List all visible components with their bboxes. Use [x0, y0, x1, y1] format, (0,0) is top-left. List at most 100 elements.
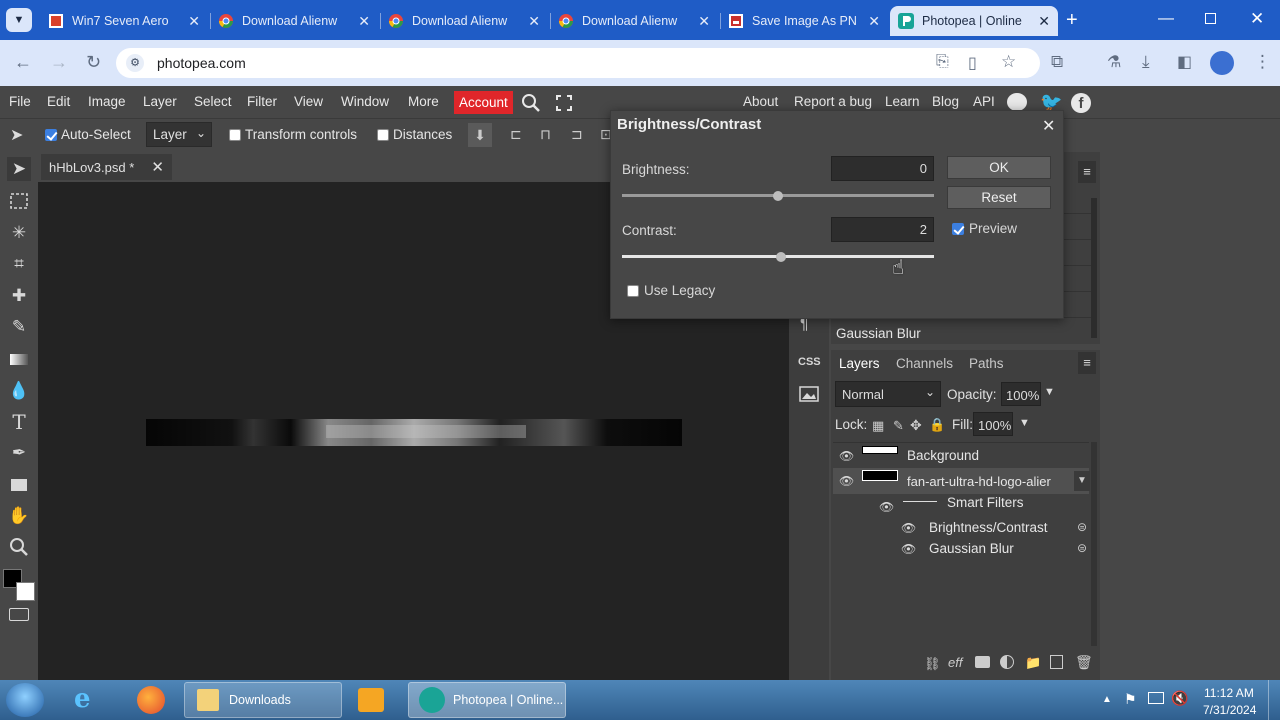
close-document-icon[interactable]: ✕ — [151, 158, 164, 176]
brightness-slider-handle[interactable] — [773, 191, 783, 201]
history-panel-menu-icon[interactable]: ≡ — [1078, 161, 1096, 183]
keyboard-icon[interactable] — [9, 608, 29, 621]
forward-icon[interactable]: → — [50, 52, 68, 73]
align-right-icon[interactable]: ⊐ — [571, 126, 583, 143]
move-tool-icon[interactable]: ➤ — [7, 157, 31, 181]
healing-brush-icon[interactable]: ✚ — [7, 284, 31, 308]
fill-input[interactable]: 100% — [973, 412, 1013, 436]
zoom-tool-icon[interactable] — [7, 535, 31, 559]
marquee-tool-icon[interactable] — [7, 189, 31, 213]
start-button-icon[interactable] — [6, 683, 44, 717]
tab-channels[interactable]: Channels — [896, 356, 953, 371]
menu-window[interactable]: Window — [341, 94, 389, 109]
minimize-window-icon[interactable]: — — [1158, 10, 1174, 28]
browser-tab-2[interactable]: Download Alienw ✕ — [210, 6, 378, 36]
use-legacy-checkbox[interactable] — [627, 285, 639, 297]
taskbar-photopea[interactable]: Photopea | Online... — [408, 682, 566, 718]
close-window-icon[interactable]: ✕ — [1250, 9, 1264, 29]
type-tool-icon[interactable]: T — [7, 410, 31, 434]
downloads-icon[interactable]: ⤓ — [1142, 52, 1150, 72]
dialog-close-icon[interactable]: ✕ — [1042, 116, 1055, 136]
menu-layer[interactable]: Layer — [143, 94, 177, 109]
align-left-icon[interactable]: ⊏ — [510, 126, 522, 143]
auto-select-checkbox[interactable] — [45, 129, 57, 141]
menu-select[interactable]: Select — [194, 94, 232, 109]
adjustment-layer-icon[interactable] — [1000, 655, 1014, 669]
search-icon[interactable] — [521, 93, 541, 113]
document-tab[interactable]: hHbLov3.psd * ✕ — [41, 154, 172, 180]
menu-about[interactable]: About — [743, 94, 778, 109]
reload-icon[interactable]: ↻ — [86, 52, 101, 73]
tab-paths[interactable]: Paths — [969, 356, 1004, 371]
browser-tab-4[interactable]: Download Alienw ✕ — [550, 6, 718, 36]
menu-more[interactable]: More — [408, 94, 439, 109]
volume-muted-icon[interactable]: 🔇 — [1171, 690, 1188, 707]
show-desktop-button[interactable] — [1268, 680, 1280, 720]
visibility-eye-icon[interactable]: 👁 — [839, 474, 854, 488]
smart-filters-label[interactable]: Smart Filters — [947, 495, 1024, 510]
lock-transparency-icon[interactable]: ▦ — [872, 418, 884, 434]
brush-tool-icon[interactable]: ✎ — [7, 315, 31, 339]
lock-position-icon[interactable]: ✥ — [910, 417, 922, 434]
facebook-icon[interactable]: f — [1071, 93, 1091, 113]
reddit-icon[interactable] — [1007, 93, 1027, 111]
visibility-eye-icon[interactable]: 👁 — [901, 521, 916, 535]
fullscreen-icon[interactable] — [556, 95, 572, 111]
extensions-icon[interactable]: ⧉ — [1051, 52, 1063, 72]
install-app-icon[interactable]: ⎘ — [936, 53, 949, 71]
layer-effects-icon[interactable]: eff — [948, 655, 962, 670]
opacity-input[interactable]: 100% — [1001, 382, 1041, 406]
network-icon[interactable] — [1148, 692, 1164, 704]
back-icon[interactable]: ← — [14, 52, 32, 73]
transform-controls-checkbox[interactable] — [229, 129, 241, 141]
close-tab-icon[interactable]: ✕ — [188, 13, 200, 30]
menu-filter[interactable]: Filter — [247, 94, 277, 109]
account-button[interactable]: Account — [454, 91, 513, 114]
menu-image[interactable]: Image — [88, 94, 126, 109]
browser-tab-6[interactable]: Photopea | Online ✕ — [890, 6, 1058, 36]
shape-tool-icon[interactable] — [7, 473, 31, 497]
visibility-eye-icon[interactable]: 👁 — [839, 449, 854, 463]
add-mask-icon[interactable] — [975, 656, 990, 668]
background-color-swatch[interactable] — [16, 582, 35, 601]
menu-blog[interactable]: Blog — [932, 94, 959, 109]
side-panel-icon[interactable]: ◧ — [1177, 52, 1192, 72]
css-icon[interactable]: CSS — [798, 356, 821, 368]
distances-checkbox[interactable] — [377, 129, 389, 141]
opacity-dropdown-icon[interactable]: ▼ — [1044, 386, 1055, 398]
crop-tool-icon[interactable]: ⌗ — [7, 252, 31, 276]
pen-tool-icon[interactable]: ✒ — [7, 441, 31, 465]
internet-explorer-icon[interactable]: e — [74, 684, 91, 714]
profile-avatar-icon[interactable] — [1210, 51, 1234, 75]
layers-scrollbar[interactable] — [1091, 442, 1097, 646]
delete-layer-icon[interactable]: 🗑 — [1075, 654, 1093, 671]
browser-tab-3[interactable]: Download Alienw ✕ — [380, 6, 548, 36]
image-icon[interactable] — [799, 386, 819, 402]
close-tab-icon[interactable]: ✕ — [698, 13, 710, 30]
magic-wand-icon[interactable]: ✳ — [7, 221, 31, 245]
filter-options-icon[interactable]: ⊜ — [1077, 520, 1087, 534]
align-center-icon[interactable]: ⊓ — [540, 126, 551, 143]
contrast-input[interactable]: 2 — [831, 217, 934, 242]
bookmark-star-icon[interactable]: ☆ — [1001, 52, 1016, 72]
media-player-icon[interactable] — [358, 688, 384, 712]
link-layers-icon[interactable]: ⛓ — [924, 656, 941, 672]
clock-time[interactable]: 11:12 AM — [1204, 686, 1254, 700]
site-settings-icon[interactable]: ⚙ — [126, 54, 144, 72]
ok-button[interactable]: OK — [947, 156, 1051, 179]
layer-dropdown[interactable]: Layer ⌄ — [146, 122, 212, 147]
new-group-icon[interactable]: 📁 — [1025, 655, 1041, 671]
tab-layers-label[interactable]: Layers — [839, 356, 880, 371]
labs-icon[interactable]: ⚗ — [1107, 52, 1121, 72]
address-bar[interactable] — [116, 48, 1040, 78]
menu-view[interactable]: View — [294, 94, 323, 109]
new-layer-icon[interactable] — [1050, 655, 1063, 669]
move-tool-icon[interactable]: ➤ — [10, 125, 23, 145]
menu-api[interactable]: API — [973, 94, 995, 109]
taskbar-downloads[interactable]: Downloads — [184, 682, 342, 718]
new-tab-icon[interactable]: + — [1066, 9, 1078, 32]
restore-window-icon[interactable] — [1205, 13, 1216, 24]
close-tab-icon[interactable]: ✕ — [868, 13, 880, 30]
menu-edit[interactable]: Edit — [47, 94, 70, 109]
blur-tool-icon[interactable]: 💧 — [7, 379, 31, 403]
